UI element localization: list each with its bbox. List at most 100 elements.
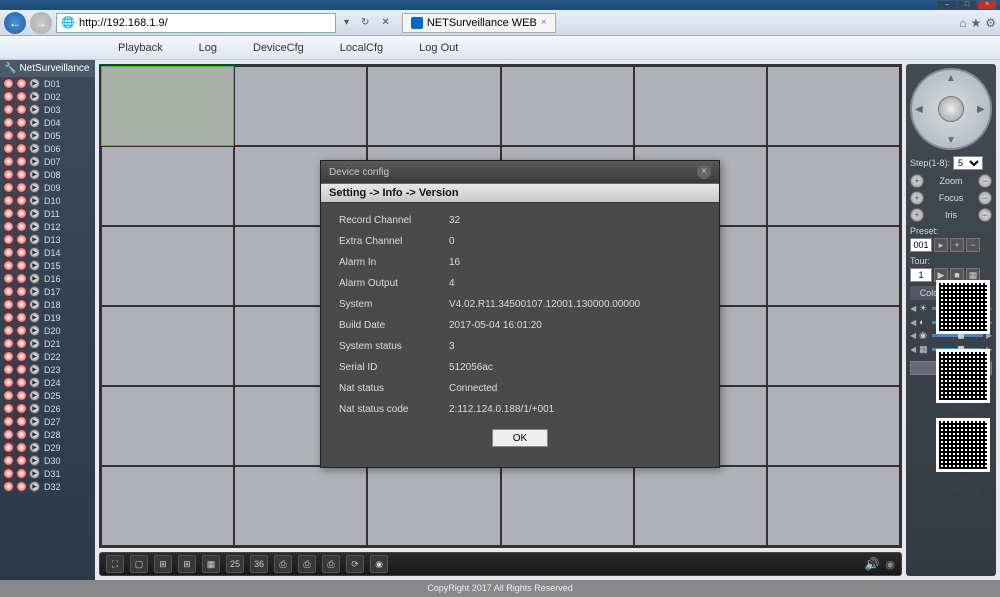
play-icon[interactable]: ▶ [29,377,40,388]
layout-button[interactable]: ⎙ [274,555,292,573]
channel-row[interactable]: ▶D01 [0,77,95,90]
video-cell[interactable] [767,226,900,306]
play-icon[interactable]: ▶ [29,260,40,271]
video-cell[interactable] [234,66,367,146]
channel-row[interactable]: ▶D08 [0,168,95,181]
stop-icon[interactable]: ✕ [377,17,393,28]
layout-button[interactable]: ▦ [202,555,220,573]
play-icon[interactable]: ▶ [29,221,40,232]
video-cell[interactable] [101,306,234,386]
play-icon[interactable]: ▶ [29,481,40,492]
channel-row[interactable]: ▶D28 [0,428,95,441]
video-cell[interactable] [767,66,900,146]
channel-row[interactable]: ▶D09 [0,181,95,194]
menu-playback[interactable]: Playback [100,42,181,54]
channel-row[interactable]: ▶D11 [0,207,95,220]
channel-row[interactable]: ▶D10 [0,194,95,207]
preset-add-button[interactable]: + [950,238,964,252]
channel-row[interactable]: ▶D21 [0,337,95,350]
play-icon[interactable]: ▶ [29,247,40,258]
layout-button[interactable]: 36 [250,555,268,573]
zoom-minus-button[interactable]: − [978,174,992,188]
play-icon[interactable]: ▶ [29,325,40,336]
preset-del-button[interactable]: − [966,238,980,252]
channel-row[interactable]: ▶D18 [0,298,95,311]
play-icon[interactable]: ▶ [29,169,40,180]
play-icon[interactable]: ▶ [29,442,40,453]
close-button[interactable]: × [978,1,996,9]
tools-icon[interactable]: ⚙ [985,16,996,30]
ptz-center[interactable] [938,96,964,122]
step-select[interactable]: 5 [953,156,983,170]
zoom-plus-button[interactable]: + [910,174,924,188]
iris-minus-button[interactable]: − [978,208,992,222]
layout-button[interactable]: ⎙ [298,555,316,573]
play-icon[interactable]: ▶ [29,182,40,193]
play-icon[interactable]: ▶ [29,286,40,297]
layout-button[interactable]: ⊞ [178,555,196,573]
tab-close-icon[interactable]: × [541,17,547,28]
menu-localcfg[interactable]: LocalCfg [322,42,401,54]
video-cell[interactable] [501,66,634,146]
play-icon[interactable]: ▶ [29,104,40,115]
mute-icon[interactable]: ◉ [885,558,895,571]
channel-row[interactable]: ▶D02 [0,90,95,103]
play-icon[interactable]: ▶ [29,364,40,375]
channel-row[interactable]: ▶D20 [0,324,95,337]
layout-button[interactable]: ◉ [370,555,388,573]
channel-row[interactable]: ▶D14 [0,246,95,259]
video-cell[interactable] [101,226,234,306]
layout-button[interactable]: ▢ [130,555,148,573]
play-icon[interactable]: ▶ [29,273,40,284]
play-icon[interactable]: ▶ [29,416,40,427]
channel-row[interactable]: ▶D29 [0,441,95,454]
video-cell[interactable] [767,386,900,466]
sound-icon[interactable]: 🔊 [864,557,879,571]
ptz-left-icon[interactable]: ◀ [915,104,925,114]
minimize-button[interactable]: – [938,1,956,9]
layout-button[interactable]: ⛶ [106,555,124,573]
video-cell[interactable] [634,66,767,146]
play-icon[interactable]: ▶ [29,208,40,219]
back-button[interactable]: ← [4,12,26,34]
play-icon[interactable]: ▶ [29,143,40,154]
play-icon[interactable]: ▶ [29,234,40,245]
channel-row[interactable]: ▶D27 [0,415,95,428]
video-cell[interactable] [367,466,500,546]
ptz-right-icon[interactable]: ▶ [977,104,987,114]
channel-row[interactable]: ▶D22 [0,350,95,363]
channel-row[interactable]: ▶D25 [0,389,95,402]
play-icon[interactable]: ▶ [29,390,40,401]
video-cell[interactable] [101,386,234,466]
dialog-close-button[interactable]: × [697,165,711,179]
channel-row[interactable]: ▶D24 [0,376,95,389]
video-cell[interactable] [767,306,900,386]
channel-row[interactable]: ▶D31 [0,467,95,480]
video-cell[interactable] [367,66,500,146]
play-icon[interactable]: ▶ [29,455,40,466]
play-icon[interactable]: ▶ [29,299,40,310]
video-cell[interactable] [767,146,900,226]
channel-row[interactable]: ▶D04 [0,116,95,129]
dropdown-icon[interactable]: ▾ [340,17,353,28]
menu-logout[interactable]: Log Out [401,42,476,54]
play-icon[interactable]: ▶ [29,195,40,206]
play-icon[interactable]: ▶ [29,312,40,323]
ok-button[interactable]: OK [492,429,548,447]
layout-button[interactable]: ⊞ [154,555,172,573]
play-icon[interactable]: ▶ [29,429,40,440]
iris-plus-button[interactable]: + [910,208,924,222]
layout-button[interactable]: ⟳ [346,555,364,573]
channel-row[interactable]: ▶D12 [0,220,95,233]
layout-button[interactable]: ⎙ [322,555,340,573]
ptz-up-icon[interactable]: ▲ [946,73,956,83]
play-icon[interactable]: ▶ [29,117,40,128]
video-cell[interactable] [101,146,234,226]
maximize-button[interactable]: □ [958,1,976,9]
video-cell[interactable] [767,466,900,546]
focus-minus-button[interactable]: − [978,191,992,205]
browser-tab[interactable]: NETSurveillance WEB × [402,13,556,33]
video-cell[interactable] [634,466,767,546]
ptz-joystick[interactable]: ▲ ▼ ▶ ◀ [910,68,992,150]
play-icon[interactable]: ▶ [29,468,40,479]
